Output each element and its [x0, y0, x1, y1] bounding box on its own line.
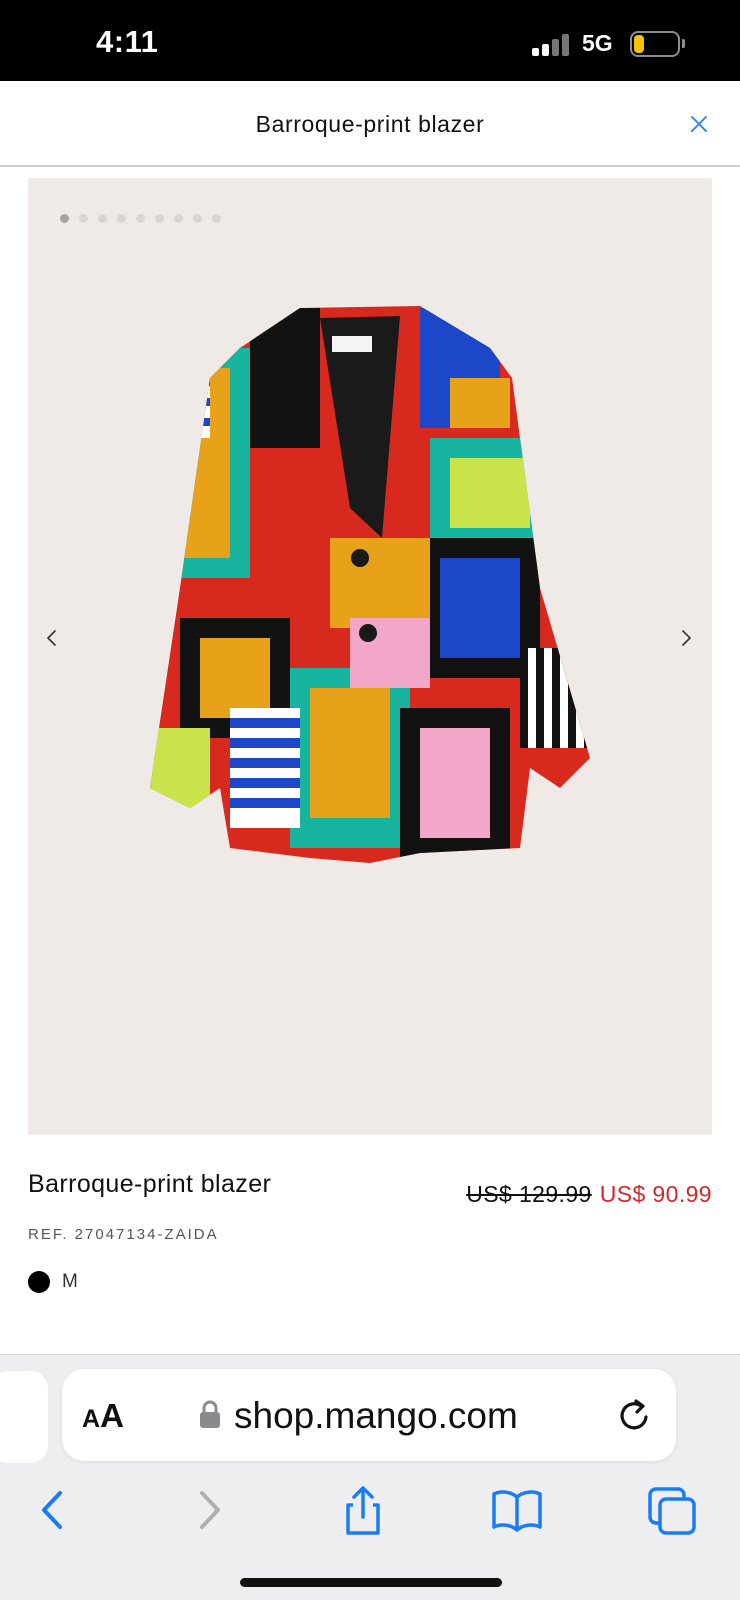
reload-icon	[620, 1399, 648, 1430]
browser-toolbar-area: AA shop.mango.com	[0, 1354, 740, 1600]
home-indicator	[240, 1578, 502, 1587]
share-button[interactable]	[336, 1485, 390, 1535]
forward-icon	[200, 1491, 220, 1529]
carousel-dot[interactable]	[174, 214, 183, 223]
carousel-dot[interactable]	[155, 214, 164, 223]
carousel-dots	[60, 210, 231, 223]
status-bar: 4:11 5G	[0, 0, 740, 81]
size-label: M	[62, 1271, 78, 1292]
sale-price: US$ 90.99	[599, 1181, 712, 1207]
browser-nav-toolbar	[0, 1475, 740, 1545]
product-image-carousel[interactable]	[28, 178, 712, 1135]
book-icon	[492, 1490, 542, 1532]
battery-icon	[630, 31, 680, 57]
close-button[interactable]	[686, 111, 712, 137]
chevron-left-icon	[47, 630, 56, 646]
carousel-dot[interactable]	[98, 214, 107, 223]
color-size-row: M	[28, 1270, 78, 1294]
url-text: shop.mango.com	[234, 1395, 518, 1436]
signal-icon	[532, 34, 572, 56]
modal-header: Barroque-print blazer	[0, 81, 740, 167]
original-price: US$ 129.99	[466, 1181, 592, 1207]
network-label: 5G	[582, 30, 613, 56]
product-reference: REF. 27047134-ZAIDA	[28, 1226, 219, 1243]
forward-button[interactable]	[182, 1485, 236, 1535]
carousel-dot[interactable]	[212, 214, 221, 223]
lock-icon	[200, 1400, 220, 1428]
tabs-icon	[648, 1487, 696, 1535]
battery-cap	[682, 39, 685, 48]
bookmarks-button[interactable]	[490, 1485, 544, 1535]
previous-image-button[interactable]	[40, 626, 64, 650]
color-swatch[interactable]	[28, 1271, 50, 1293]
header-title: Barroque-print blazer	[255, 111, 485, 137]
price: US$ 129.99 US$ 90.99	[466, 1181, 712, 1208]
product-photo	[120, 288, 640, 888]
carousel-dot[interactable]	[60, 214, 69, 223]
back-icon	[42, 1491, 62, 1529]
address-bar[interactable]: AA shop.mango.com	[62, 1369, 676, 1461]
status-time: 4:11	[96, 24, 159, 59]
carousel-dot[interactable]	[193, 214, 202, 223]
previous-tab-peek[interactable]	[0, 1371, 48, 1463]
product-name: Barroque-print blazer	[28, 1170, 272, 1198]
share-icon	[346, 1486, 380, 1535]
chevron-right-icon	[682, 630, 691, 646]
carousel-dot[interactable]	[79, 214, 88, 223]
back-button[interactable]	[28, 1485, 82, 1535]
carousel-dot[interactable]	[136, 214, 145, 223]
tabs-button[interactable]	[646, 1485, 700, 1535]
blazer-illustration	[150, 306, 590, 863]
next-image-button[interactable]	[674, 626, 698, 650]
reader-options-button[interactable]: AA	[82, 1397, 124, 1435]
carousel-dot[interactable]	[117, 214, 126, 223]
close-icon	[691, 116, 707, 132]
